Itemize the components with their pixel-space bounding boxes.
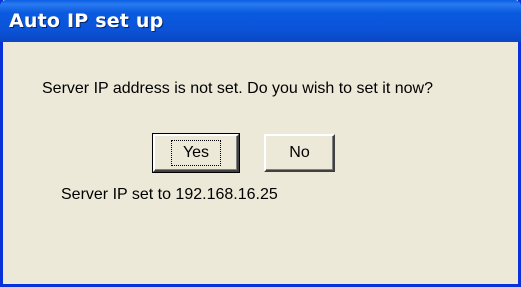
prompt-message: Server IP address is not set. Do you wis…: [42, 80, 433, 97]
title-bar[interactable]: Auto IP set up: [0, 0, 521, 42]
yes-button[interactable]: Yes: [152, 133, 240, 173]
dialog-title: Auto IP set up: [9, 10, 164, 32]
auto-ip-dialog: Auto IP set up Server IP address is not …: [0, 0, 521, 287]
no-button[interactable]: No: [264, 134, 335, 172]
yes-button-label: Yes: [170, 140, 222, 166]
no-button-label: No: [289, 144, 310, 161]
status-text: Server IP set to 192.168.16.25: [61, 186, 278, 203]
